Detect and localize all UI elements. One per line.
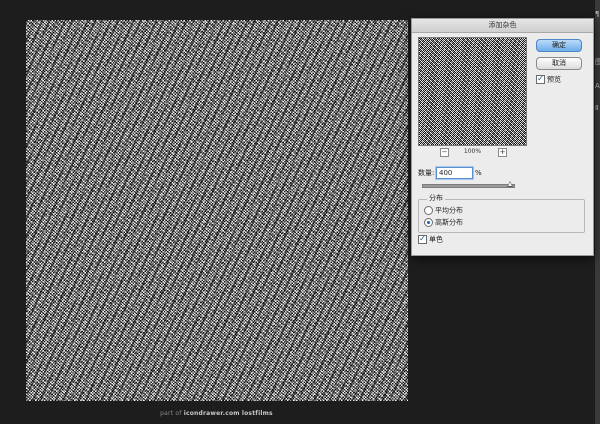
radio-uniform-button[interactable] [424, 206, 433, 215]
footer-site: icondrawer.com [183, 410, 240, 417]
panel-tab-icon[interactable]: 图 [595, 58, 600, 66]
amount-label: 数量: [418, 169, 435, 177]
ok-button[interactable]: 确定 [536, 39, 582, 52]
preview-toggle[interactable]: 预览 [536, 75, 561, 84]
distribution-label: 分布 [427, 194, 445, 203]
preview-thumbnail[interactable] [418, 37, 527, 146]
add-noise-dialog: 添加杂色 − 100% + 确定 取消 预览 数量: 400 % 分布 平均分布… [411, 18, 594, 256]
amount-slider-track[interactable] [422, 184, 515, 188]
noise-image-canvas[interactable] [26, 20, 408, 401]
zoom-controls: − 100% + [418, 148, 527, 157]
zoom-in-button[interactable]: + [498, 148, 507, 157]
character-icon[interactable]: A [595, 82, 600, 90]
monochrome-toggle[interactable]: 单色 [418, 235, 443, 244]
preview-checkbox[interactable] [536, 75, 545, 84]
distribution-group: 分布 平均分布 高斯分布 [418, 194, 585, 233]
amount-input[interactable]: 400 [436, 167, 473, 179]
panel-tab-icon-2[interactable]: Ⅱ [595, 104, 600, 112]
paragraph-icon[interactable]: ¶ [595, 10, 600, 18]
amount-row: 数量: 400 % [418, 167, 482, 179]
cancel-button[interactable]: 取消 [536, 57, 582, 70]
radio-gaussian[interactable]: 高斯分布 [424, 218, 463, 227]
amount-unit: % [475, 169, 482, 177]
footer-brand: lostfilms [241, 410, 273, 417]
footer-credit: part of icondrawer.com lostfilms [0, 410, 433, 417]
preview-label: 预览 [547, 75, 561, 84]
footer-prefix: part of [160, 410, 182, 417]
radio-uniform-label: 平均分布 [435, 206, 463, 215]
amount-slider-thumb[interactable] [507, 181, 513, 187]
radio-gaussian-label: 高斯分布 [435, 218, 463, 227]
dialog-title: 添加杂色 [412, 19, 593, 33]
zoom-level: 100% [463, 148, 482, 155]
monochrome-checkbox[interactable] [418, 235, 427, 244]
radio-uniform[interactable]: 平均分布 [424, 206, 463, 215]
radio-gaussian-button[interactable] [424, 218, 433, 227]
monochrome-label: 单色 [429, 235, 443, 244]
